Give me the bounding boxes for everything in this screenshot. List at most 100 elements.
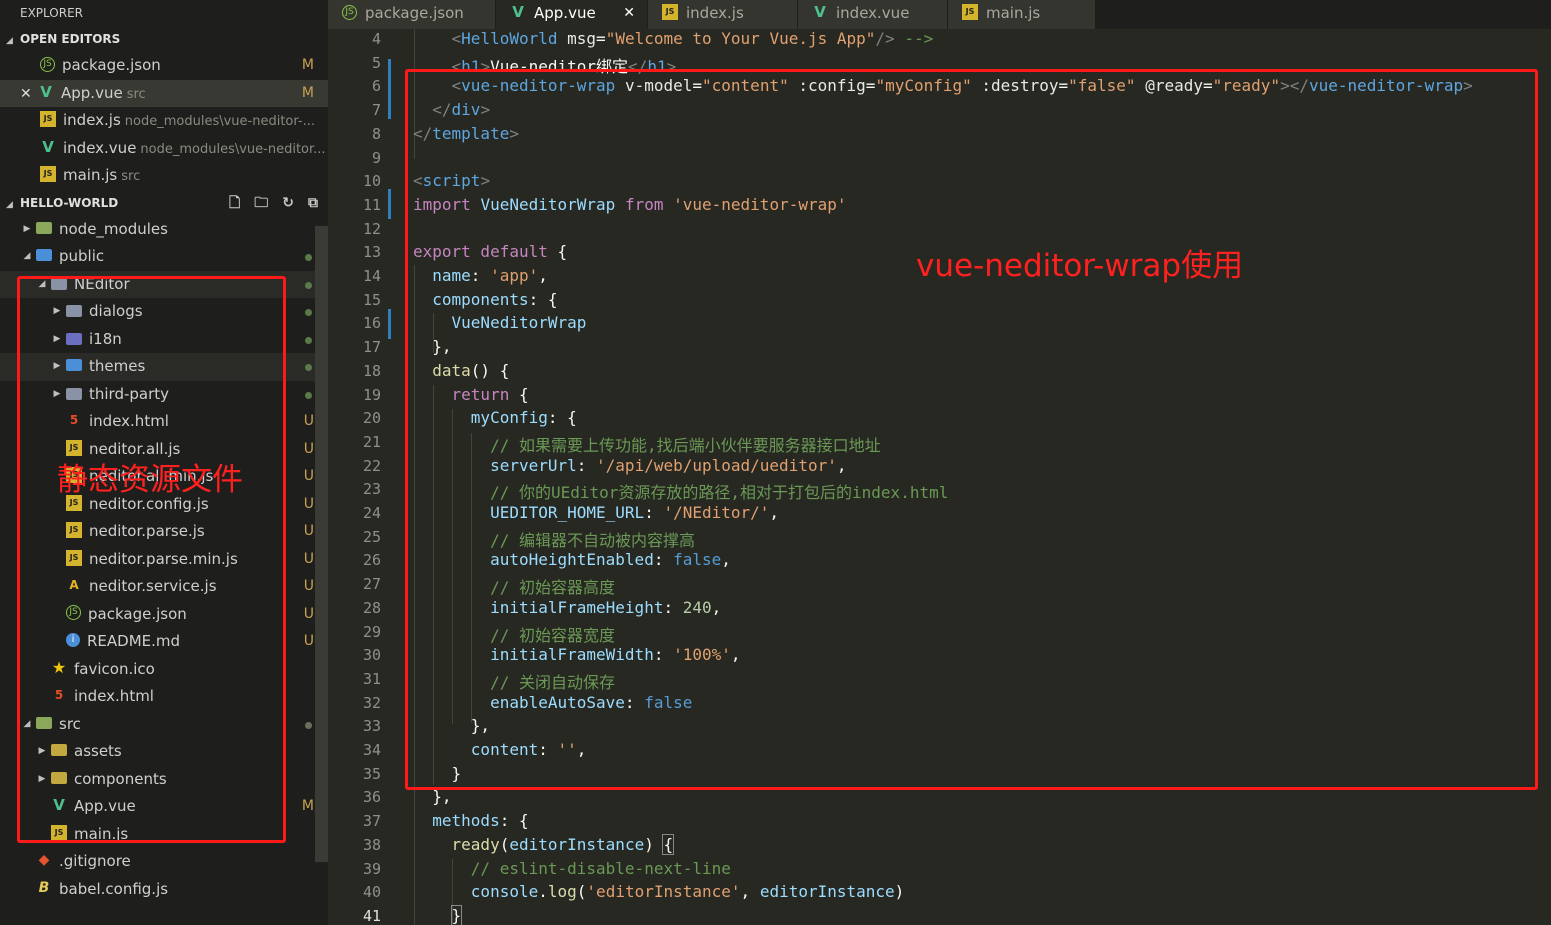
tab-index-vue[interactable]: Vindex.vue — [798, 0, 948, 29]
tree-item-label: node_modules — [59, 219, 168, 238]
file-name: package.json — [62, 56, 161, 74]
code-line: ready(editorInstance) { — [451, 833, 675, 855]
git-status: U — [303, 413, 314, 429]
line-number: 13 — [362, 243, 381, 262]
project-header[interactable]: ◢ HELLO-WORLD 🗋 🗀 ↻ ⧉ — [0, 190, 328, 216]
line-number: 23 — [362, 480, 381, 499]
vue-icon: V — [40, 82, 52, 101]
git-status: U — [303, 495, 314, 512]
project-label: HELLO-WORLD — [20, 195, 119, 210]
tab-label: index.vue — [836, 4, 910, 22]
tab-app-vue[interactable]: V App.vue ✕ — [496, 0, 648, 29]
line-number: 32 — [362, 693, 381, 712]
tree-item[interactable]: Bbabel.config.js — [0, 876, 328, 904]
line-number: 22 — [362, 456, 381, 475]
line-number: 31 — [362, 669, 381, 688]
vue-icon: V — [42, 137, 54, 156]
status-dot — [305, 364, 312, 371]
open-editor-item[interactable]: Vindex.vue node_modules\vue-neditor... — [0, 135, 328, 163]
json-icon: JS — [342, 4, 357, 20]
line-number: 12 — [362, 219, 381, 238]
json-icon: JS — [40, 56, 55, 72]
new-folder-icon[interactable]: 🗀 — [254, 190, 268, 216]
open-editor-item[interactable]: ✕ V App.vue src M — [0, 79, 328, 109]
tab-package-json[interactable]: JS package.json — [328, 0, 496, 29]
line-number: 18 — [362, 361, 381, 380]
tree-item-label: public — [59, 247, 105, 265]
project-actions: 🗋 🗀 ↻ ⧉ — [229, 190, 318, 216]
status-dot — [305, 391, 312, 399]
tab-label: main.js — [986, 4, 1041, 22]
line-number: 19 — [362, 385, 381, 404]
editor-tabs: JS package.json V App.vue ✕ JS index.js Vind… — [328, 0, 1551, 29]
status-dot — [305, 721, 312, 729]
line-number: 36 — [362, 788, 381, 807]
file-path: src — [126, 86, 146, 102]
open-editor-item[interactable]: JS index.js node_modules\vue-neditor-... — [0, 107, 328, 135]
code-line: <HelloWorld msg="Welcome to Your Vue.js … — [451, 29, 934, 48]
git-status: U — [303, 523, 314, 539]
sidebar-scrollbar[interactable] — [315, 226, 328, 862]
line-number: 7 — [371, 101, 381, 120]
tree-item[interactable]: ◢ public — [0, 243, 328, 271]
git-status: M — [301, 798, 314, 814]
line-number: 38 — [362, 835, 381, 854]
new-file-icon[interactable]: 🗋 — [229, 190, 240, 216]
open-editors-label: OPEN EDITORS — [20, 32, 121, 46]
line-number: 27 — [362, 575, 381, 594]
line-number: 15 — [362, 290, 381, 309]
code-line: }, — [413, 787, 452, 807]
js-icon: JS — [40, 111, 56, 127]
status-dot — [305, 281, 312, 289]
git-icon: ◆ — [38, 852, 50, 868]
chevron-right-icon: ▶ — [23, 223, 31, 234]
collapse-all-icon[interactable]: ⧉ — [308, 190, 318, 216]
git-status: U — [303, 633, 314, 649]
code-line: // eslint-disable-next-line — [470, 858, 731, 878]
code-line: } — [450, 904, 463, 925]
line-number: 39 — [362, 859, 381, 878]
line-number: 40 — [362, 883, 381, 902]
file-name: index.js — [63, 111, 121, 129]
tree-highlight-box — [17, 276, 286, 843]
line-number: 4 — [371, 30, 381, 48]
tree-item-label: .gitignore — [59, 852, 131, 870]
tab-main-js[interactable]: JS main.js — [948, 0, 1096, 29]
tree-item[interactable]: ◆ .gitignore — [0, 848, 328, 876]
js-icon: JS — [962, 4, 978, 20]
close-icon[interactable]: ✕ — [623, 0, 635, 27]
tab-label: package.json — [365, 4, 464, 22]
line-number: 20 — [362, 409, 381, 428]
git-status: U — [303, 605, 314, 622]
tree-item-label: babel.config.js — [59, 879, 169, 898]
line-number: 16 — [362, 314, 381, 333]
close-icon[interactable]: ✕ — [20, 81, 36, 109]
line-number: 37 — [362, 812, 381, 831]
folder-icon — [36, 221, 52, 234]
line-number: 28 — [362, 598, 381, 617]
file-name: index.vue — [63, 138, 137, 157]
open-editor-item[interactable]: JS main.js src — [0, 162, 328, 190]
open-editors-header[interactable]: ◢ OPEN EDITORS — [0, 26, 328, 52]
js-icon: JS — [662, 4, 678, 20]
tab-index-js[interactable]: JS index.js — [648, 0, 798, 29]
line-number: 10 — [362, 172, 381, 191]
status-dot — [305, 309, 312, 316]
git-status: M — [301, 57, 314, 73]
explorer-title: EXPLORER — [20, 6, 83, 20]
js-icon: JS — [40, 166, 56, 182]
refresh-icon[interactable]: ↻ — [282, 190, 294, 216]
diff-marker — [388, 309, 391, 339]
tree-annotation-label: 静态资源文件 — [57, 462, 243, 498]
diff-marker — [388, 189, 391, 219]
babel-icon: B — [38, 879, 50, 896]
git-status: U — [303, 440, 314, 457]
tree-item[interactable]: ▶ node_modules — [0, 216, 328, 244]
diff-marker — [388, 59, 391, 119]
git-status: U — [303, 578, 314, 594]
tab-label: index.js — [686, 4, 744, 22]
line-number: 8 — [371, 124, 381, 143]
line-number: 30 — [362, 646, 381, 665]
file-path: node_modules\vue-neditor-... — [124, 114, 315, 129]
open-editor-item[interactable]: JS package.json M — [0, 52, 328, 80]
